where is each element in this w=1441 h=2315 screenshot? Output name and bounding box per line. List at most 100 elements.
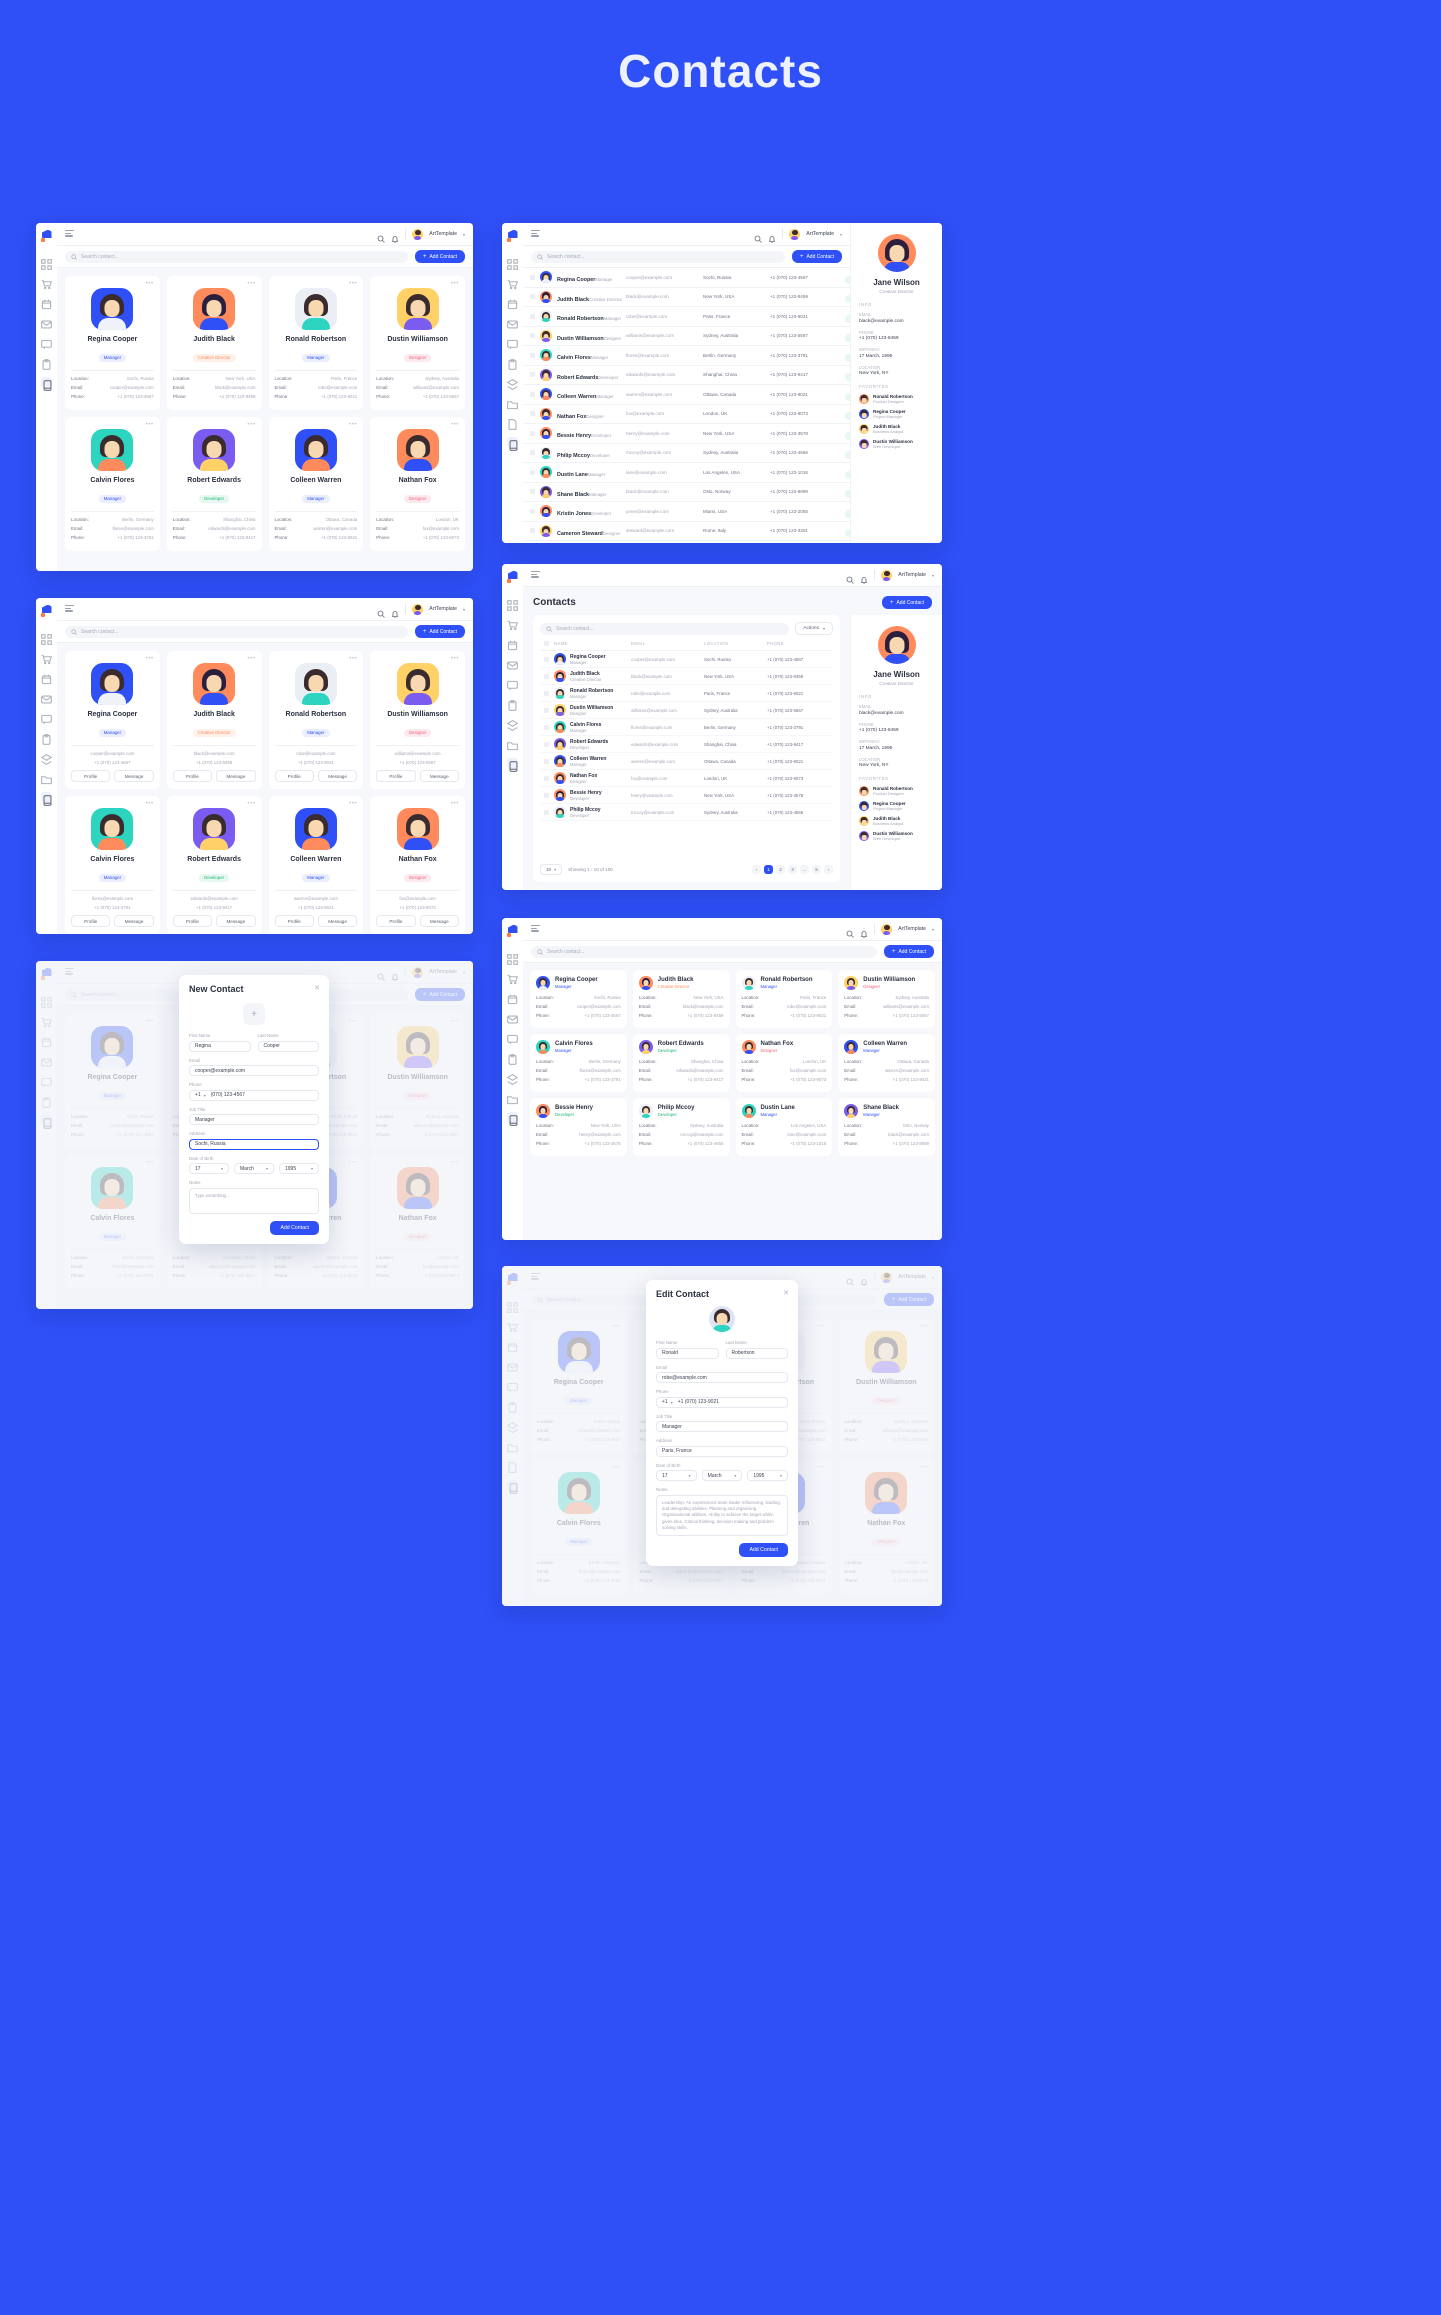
bell-icon[interactable]: [391, 605, 399, 618]
row-checkbox[interactable]: [544, 707, 549, 713]
contact-card[interactable]: ••• Regina Cooper Manager cooper@example.co…: [65, 651, 160, 789]
book-icon[interactable]: [41, 792, 52, 806]
dob-month-select[interactable]: March ▾: [234, 1163, 274, 1174]
column-header-email[interactable]: EMAIL: [631, 641, 699, 646]
message-button[interactable]: Message: [419, 915, 459, 927]
avatar[interactable]: [881, 569, 893, 581]
row-checkbox[interactable]: [544, 690, 549, 696]
row-checkbox[interactable]: [544, 792, 549, 798]
table-row[interactable]: Cameron StewardDesigner steward@example.c…: [523, 522, 850, 541]
calendar-icon[interactable]: [507, 992, 518, 1005]
card-menu-icon[interactable]: •••: [349, 656, 357, 662]
avatar[interactable]: [412, 603, 424, 615]
chevron-down-icon[interactable]: ▾: [463, 607, 465, 612]
dob-year-select[interactable]: 1995 ▾: [747, 1470, 789, 1481]
profile-button[interactable]: Profile: [274, 915, 314, 927]
row-checkbox[interactable]: [530, 391, 535, 397]
add-contact-button[interactable]: + Add Contact: [881, 596, 932, 609]
first-name-field[interactable]: Regina: [189, 1040, 251, 1052]
favorite-item[interactable]: Dustin Williamson Web Developer: [859, 831, 934, 841]
search-input[interactable]: Search contact...: [531, 250, 785, 263]
menu-toggle-icon[interactable]: [531, 229, 540, 239]
favorite-item[interactable]: Regina Cooper Project Manager: [859, 409, 934, 419]
profile-button[interactable]: Profile: [71, 770, 111, 782]
table-row[interactable]: Bessie HenryDeveloper henry@example.com Ne…: [523, 424, 850, 444]
table-row[interactable]: Calvin FloresManager flores@example.com Be…: [540, 719, 833, 736]
contact-card[interactable]: ••• Robert Edwards Developer edwards@exampl…: [166, 796, 262, 934]
search-input[interactable]: Search contact...: [65, 250, 408, 263]
card-menu-icon[interactable]: •••: [247, 422, 255, 428]
table-row[interactable]: Colleen WarrenManager warren@example.com O…: [540, 753, 833, 770]
table-row[interactable]: Kristin JonesDeveloper jones@example.com M…: [523, 502, 850, 522]
search-input[interactable]: Search contact...: [65, 625, 408, 638]
column-header-name[interactable]: NAME: [554, 641, 626, 646]
email-field[interactable]: robe@example.com: [656, 1372, 788, 1383]
card-menu-icon[interactable]: •••: [451, 801, 459, 807]
mail-icon[interactable]: [507, 658, 518, 670]
favorite-item[interactable]: Regina Cooper Project Manager: [859, 801, 934, 811]
add-contact-button[interactable]: + Add Contact: [883, 945, 934, 958]
favorite-item[interactable]: Dustin Williamson Web Developer: [859, 439, 934, 449]
mail-icon[interactable]: [41, 317, 52, 329]
chat-icon[interactable]: [41, 712, 52, 725]
row-checkbox[interactable]: [544, 775, 549, 781]
rows-per-page-select[interactable]: 10 ▾: [540, 864, 563, 875]
dob-year-select[interactable]: 1995 ▾: [279, 1163, 319, 1174]
book-icon[interactable]: [507, 1112, 518, 1126]
contact-card[interactable]: ••• Ronald Robertson Manager robe@example.c…: [268, 651, 364, 789]
address-field[interactable]: Paris, France: [656, 1445, 788, 1457]
menu-toggle-icon[interactable]: [65, 229, 74, 239]
phone-field[interactable]: +1 ▾ (070) 123-4567: [189, 1089, 319, 1101]
bell-icon[interactable]: [860, 925, 868, 938]
folder-icon[interactable]: [507, 738, 518, 751]
chevron-down-icon[interactable]: ▾: [463, 232, 465, 237]
profile-button[interactable]: Profile: [376, 770, 416, 782]
email-field[interactable]: cooper@example.com: [189, 1065, 319, 1076]
contact-card[interactable]: Philip Mccoy Developer Location: Sydney, Au…: [632, 1098, 730, 1156]
actions-dropdown[interactable]: Actions ▾: [795, 622, 833, 635]
row-checkbox[interactable]: [530, 489, 535, 495]
message-button[interactable]: Message: [317, 915, 358, 927]
grid-icon[interactable]: [507, 598, 518, 611]
cart-icon[interactable]: [507, 277, 519, 290]
layers-icon[interactable]: [506, 377, 519, 390]
table-row[interactable]: Judith BlackCreative Directorblack@examp…: [523, 288, 850, 307]
bell-icon[interactable]: [860, 571, 868, 584]
clipboard-icon[interactable]: [507, 698, 518, 711]
avatar[interactable]: [412, 228, 424, 240]
table-row[interactable]: Judith BlackCreative Directorblack@examp…: [540, 668, 833, 685]
first-name-field[interactable]: Ronald: [656, 1347, 719, 1359]
grid-icon[interactable]: [41, 257, 52, 270]
select-all-checkbox[interactable]: [544, 641, 549, 646]
row-checkbox[interactable]: [530, 430, 535, 436]
submit-button[interactable]: Add Contact: [739, 1543, 788, 1558]
grid-icon[interactable]: [507, 257, 518, 270]
row-checkbox[interactable]: [544, 741, 549, 747]
card-menu-icon[interactable]: •••: [146, 801, 154, 807]
notes-field[interactable]: Type something...: [189, 1187, 319, 1214]
message-button[interactable]: Message: [114, 915, 154, 927]
profile-button[interactable]: Profile: [172, 770, 213, 782]
clipboard-icon[interactable]: [507, 357, 518, 370]
close-icon[interactable]: ✕: [783, 1289, 789, 1297]
row-checkbox[interactable]: [544, 673, 549, 679]
chevron-down-icon[interactable]: ▾: [932, 573, 934, 578]
table-row[interactable]: Dustin WilliamsonDesigner williams@exampl…: [523, 327, 850, 346]
contact-card[interactable]: Judith Black Creative Director Location: Ne…: [632, 970, 730, 1028]
contact-card[interactable]: Robert Edwards Developer Location: Shanghai…: [632, 1034, 730, 1092]
row-checkbox[interactable]: [544, 724, 549, 730]
contact-card[interactable]: ••• Nathan Fox Designer fox@example.com +1 (…: [370, 796, 465, 934]
avatar[interactable]: [881, 923, 893, 935]
table-row[interactable]: Regina CooperManager cooper@example.com So…: [540, 651, 833, 668]
menu-toggle-icon[interactable]: [531, 924, 540, 934]
grid-icon[interactable]: [507, 952, 518, 965]
next-page-button[interactable]: ›: [824, 865, 833, 874]
search-input[interactable]: Search contact...: [531, 945, 877, 958]
contact-card[interactable]: ••• Robert Edwards Developer Location: Shang…: [166, 417, 262, 551]
job-title-field[interactable]: Manager: [189, 1114, 319, 1125]
menu-toggle-icon[interactable]: [531, 570, 540, 580]
message-button[interactable]: Message: [419, 770, 459, 782]
mail-icon[interactable]: [507, 1012, 518, 1024]
search-icon[interactable]: [754, 230, 763, 243]
chat-icon[interactable]: [507, 337, 518, 350]
